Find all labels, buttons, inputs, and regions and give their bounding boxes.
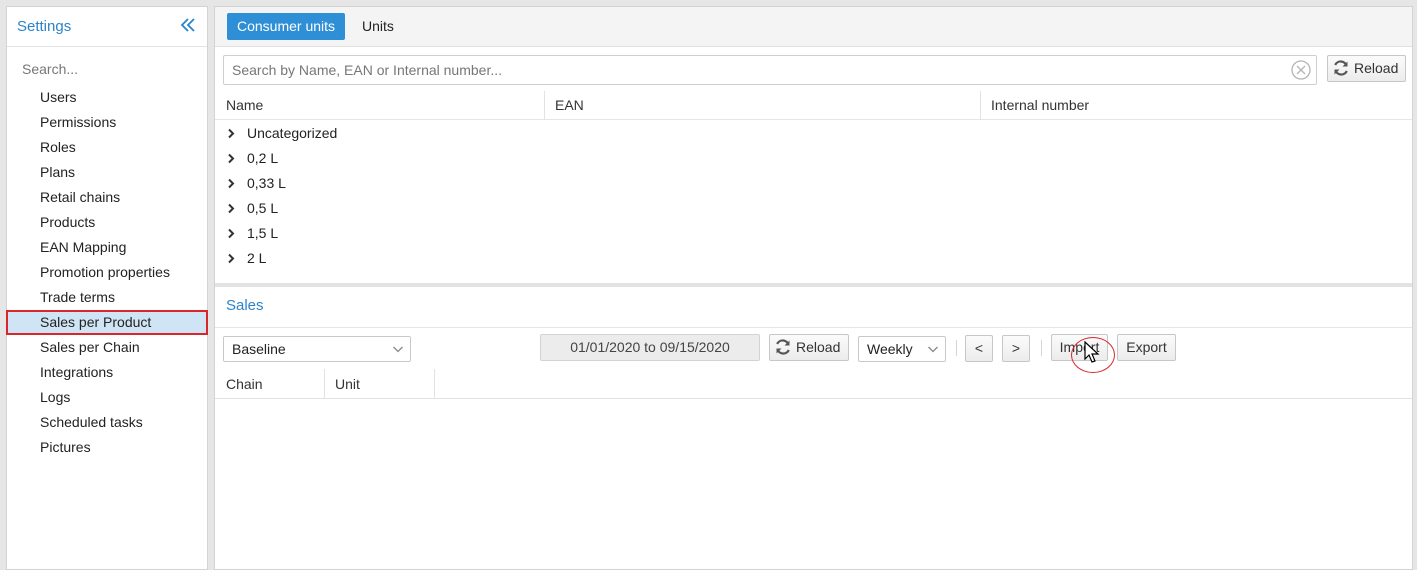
- sidebar-header: Settings: [7, 7, 207, 47]
- sidebar-item-ean-mapping[interactable]: EAN Mapping: [7, 235, 207, 260]
- tree-row-label: 1,5 L: [247, 225, 279, 241]
- product-search-input[interactable]: [224, 56, 1274, 84]
- double-chevron-left-icon[interactable]: [179, 15, 197, 35]
- sidebar-item-plans[interactable]: Plans: [7, 160, 207, 185]
- chevron-down-icon: [928, 346, 938, 353]
- refresh-icon: [774, 338, 792, 356]
- reload-products-button[interactable]: Reload: [1327, 55, 1406, 82]
- sales-grid-header: Chain Unit: [215, 369, 1412, 399]
- tab-consumer-units[interactable]: Consumer units: [227, 13, 346, 40]
- scenario-select[interactable]: Baseline: [223, 336, 411, 362]
- sidebar-menu: Users Permissions Roles Plans Retail cha…: [6, 85, 208, 460]
- sidebar-item-integrations[interactable]: Integrations: [7, 360, 207, 385]
- sidebar-item-promotion-properties[interactable]: Promotion properties: [7, 260, 207, 285]
- period-select-value: Weekly: [867, 341, 913, 357]
- settings-sidebar: Settings Search... Users Permissions Rol…: [6, 6, 208, 570]
- column-header-unit[interactable]: Unit: [324, 369, 360, 399]
- scenario-select-value: Baseline: [232, 341, 286, 357]
- tree-row-label: 0,33 L: [247, 175, 286, 191]
- refresh-icon: [1332, 59, 1350, 77]
- column-separator[interactable]: [434, 369, 435, 399]
- chevron-right-icon[interactable]: [226, 253, 236, 264]
- sidebar-title: Settings: [17, 18, 72, 35]
- tree-row[interactable]: 0,5 L: [215, 196, 1412, 221]
- product-search-box: [223, 55, 1317, 85]
- chevron-right-icon[interactable]: [226, 178, 236, 189]
- chevron-right-icon[interactable]: [226, 128, 236, 139]
- tree-row-label: 2 L: [247, 250, 267, 266]
- sidebar-item-trade-terms[interactable]: Trade terms: [7, 285, 207, 310]
- main-panel: Consumer units Units Reload: [214, 6, 1413, 570]
- sidebar-item-pictures[interactable]: Pictures: [7, 435, 207, 460]
- product-grid-header: Name EAN Internal number: [215, 91, 1412, 120]
- divider: [215, 327, 1412, 328]
- tree-row-label: Uncategorized: [247, 125, 338, 141]
- toolbar-separator: [956, 340, 957, 356]
- column-header-chain[interactable]: Chain: [215, 369, 263, 399]
- export-button[interactable]: Export: [1117, 334, 1176, 361]
- sidebar-item-permissions[interactable]: Permissions: [7, 110, 207, 135]
- tab-bar: Consumer units Units: [215, 7, 1412, 47]
- sidebar-item-roles[interactable]: Roles: [7, 135, 207, 160]
- sidebar-item-scheduled-tasks[interactable]: Scheduled tasks: [7, 410, 207, 435]
- column-header-ean[interactable]: EAN: [544, 91, 584, 120]
- tree-row[interactable]: 0,2 L: [215, 146, 1412, 171]
- tree-row-label: 0,5 L: [247, 200, 279, 216]
- reload-sales-button[interactable]: Reload: [769, 334, 849, 361]
- import-button[interactable]: Import: [1051, 334, 1108, 361]
- column-header-name[interactable]: Name: [215, 91, 263, 120]
- sidebar-item-users[interactable]: Users: [7, 85, 207, 110]
- tree-row[interactable]: Uncategorized: [215, 121, 1412, 146]
- sidebar-item-logs[interactable]: Logs: [7, 385, 207, 410]
- period-select[interactable]: Weekly: [858, 336, 946, 362]
- clear-search-icon[interactable]: [1290, 59, 1312, 81]
- app-root: Settings Search... Users Permissions Rol…: [0, 0, 1417, 570]
- column-header-internal-number[interactable]: Internal number: [980, 91, 1089, 120]
- reload-label: Reload: [796, 339, 841, 355]
- chevron-down-icon: [393, 346, 403, 353]
- chevron-right-icon[interactable]: [226, 203, 236, 214]
- sidebar-search-input[interactable]: Search...: [22, 61, 78, 77]
- tab-units[interactable]: Units: [352, 13, 404, 40]
- product-tree: Uncategorized 0,2 L 0,33 L 0,5 L 1,5 L 2…: [215, 121, 1412, 271]
- next-period-button[interactable]: >: [1002, 335, 1030, 362]
- sidebar-item-products[interactable]: Products: [7, 210, 207, 235]
- tree-row[interactable]: 0,33 L: [215, 171, 1412, 196]
- reload-label: Reload: [1354, 60, 1399, 76]
- sales-section-title: Sales: [226, 297, 264, 314]
- tree-row[interactable]: 2 L: [215, 246, 1412, 271]
- sidebar-item-sales-per-product[interactable]: Sales per Product: [6, 310, 208, 335]
- sidebar-item-sales-per-chain[interactable]: Sales per Chain: [7, 335, 207, 360]
- date-range-field[interactable]: 01/01/2020 to 09/15/2020: [540, 334, 760, 361]
- chevron-right-icon[interactable]: [226, 228, 236, 239]
- sidebar-item-retail-chains[interactable]: Retail chains: [7, 185, 207, 210]
- tree-row[interactable]: 1,5 L: [215, 221, 1412, 246]
- panel-splitter[interactable]: [215, 283, 1412, 287]
- chevron-right-icon[interactable]: [226, 153, 236, 164]
- tree-row-label: 0,2 L: [247, 150, 279, 166]
- toolbar-separator: [1041, 340, 1042, 356]
- previous-period-button[interactable]: <: [965, 335, 993, 362]
